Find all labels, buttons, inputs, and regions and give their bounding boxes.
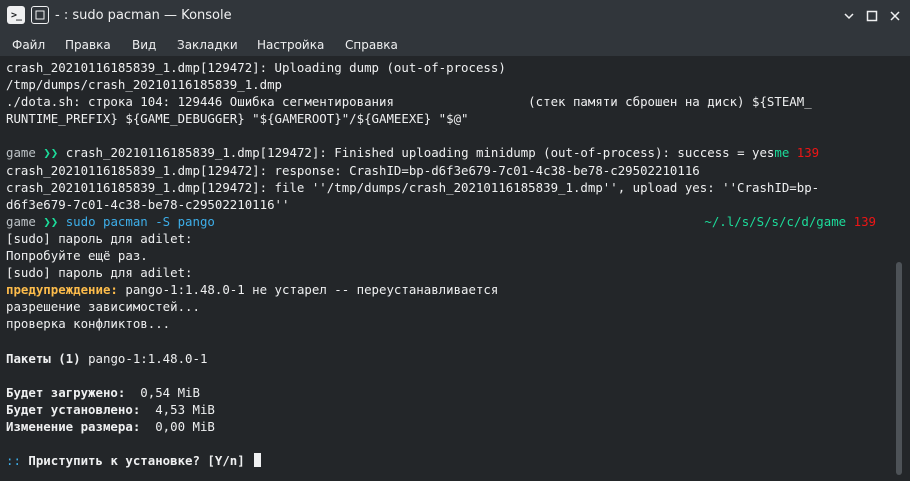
output-line: [sudo] пароль для adilet: [6, 230, 193, 246]
minimize-icon[interactable] [840, 7, 858, 25]
prompt-dir: game [6, 145, 36, 161]
maximize-icon[interactable] [863, 7, 881, 25]
menu-help[interactable]: Справка [345, 38, 398, 52]
output-text: crash_20210116185839_1.dmp[129472]: Fini… [58, 145, 775, 161]
exit-status: 139 [853, 213, 876, 229]
install-size-value: 4,53 MiB [140, 401, 215, 417]
packages-line: Пакеты (1) pango-1:1.48.0-1 [6, 350, 894, 367]
prompt-path: ~/.l/s/S/s/c/d/game [704, 213, 847, 229]
output-line: Попробуйте ещё раз. [6, 248, 148, 264]
download-size-line: Будет загружено: 0,54 MiB [6, 384, 894, 401]
output-line: crash_20210116185839_1.dmp[129472]: file… [6, 179, 820, 195]
close-icon[interactable] [886, 7, 904, 25]
menu-bookmarks[interactable]: Закладки [177, 38, 238, 52]
menu-bar: Файл Правка Вид Закладки Настройка Справ… [0, 32, 910, 56]
output-line: разрешение зависимостей... [6, 299, 200, 315]
output-line: RUNTIME_PREFIX} ${GAME_DEBUGGER} "${GAME… [6, 111, 469, 127]
output-line: [sudo] пароль для adilet: [6, 265, 193, 281]
size-change-value: 0,00 MiB [140, 418, 215, 434]
right-prompt: ~/.l/s/S/s/c/d/game 139 [704, 213, 876, 230]
confirm-line: :: Приступить к установке? [Y/n] [6, 452, 894, 469]
output-line: проверка конфликтов... [6, 316, 171, 332]
output-line: ./dota.sh: строка 104: 129446 Ошибка сег… [6, 94, 812, 110]
download-size-value: 0,54 MiB [125, 384, 200, 400]
overlap-text: me [774, 145, 790, 161]
exit-status: 139 [796, 145, 820, 161]
warning-line: предупреждение: pango-1:1.48.0-1 не уста… [6, 281, 894, 298]
command-text: sudo pacman -S pango [58, 213, 215, 229]
menu-view[interactable]: Вид [132, 38, 156, 52]
output-line: d6f3e679-7c01-4c38-be78-c29502210116'' [6, 196, 290, 212]
menu-settings[interactable]: Настройка [257, 38, 324, 52]
size-change-line: Изменение размера: 0,00 MiB [6, 418, 894, 435]
scrollbar-thumb[interactable] [896, 262, 902, 475]
output-line: /tmp/dumps/crash_20210116185839_1.dmp [6, 77, 283, 93]
terminal-output[interactable]: crash_20210116185839_1.dmp[129472]: Uplo… [0, 56, 894, 481]
install-size-line: Будет установлено: 4,53 MiB [6, 401, 894, 418]
prompt-arrow: ❯❯ [43, 145, 59, 161]
prompt-arrow: ❯❯ [43, 213, 59, 229]
keep-above-icon[interactable] [31, 6, 49, 24]
output-line: crash_20210116185839_1.dmp[129472]: Uplo… [6, 60, 506, 75]
menu-edit[interactable]: Правка [65, 38, 111, 52]
size-change-label: Изменение размера: [6, 418, 141, 434]
title-bar: >_ - : sudo pacman — Konsole [0, 0, 910, 32]
window-title: - : sudo pacman — Konsole [55, 8, 232, 23]
prompt-line: game ❯❯ sudo pacman -S pango ~/.l/s/S/s/c… [6, 213, 894, 230]
confirm-question: Приступить к установке? [Y/n] [20, 453, 253, 469]
prompt-dir: game [6, 213, 36, 229]
download-size-label: Будет загружено: [6, 384, 126, 400]
output-line: crash_20210116185839_1.dmp[129472]: resp… [6, 162, 700, 178]
menu-file[interactable]: Файл [12, 38, 45, 52]
packages-label: Пакеты (1) [6, 350, 81, 366]
install-size-label: Будет установлено: [6, 401, 141, 417]
konsole-app-icon[interactable]: >_ [7, 6, 25, 24]
text-cursor [254, 453, 262, 468]
prompt-line: game ❯❯ crash_20210116185839_1.dmp[12947… [6, 144, 894, 161]
warning-label: предупреждение: [6, 282, 118, 298]
packages-value: pango-1:1.48.0-1 [80, 350, 208, 366]
warning-text: pango-1:1.48.0-1 не устарел -- переустан… [117, 282, 499, 298]
confirm-prefix: :: [6, 453, 21, 469]
